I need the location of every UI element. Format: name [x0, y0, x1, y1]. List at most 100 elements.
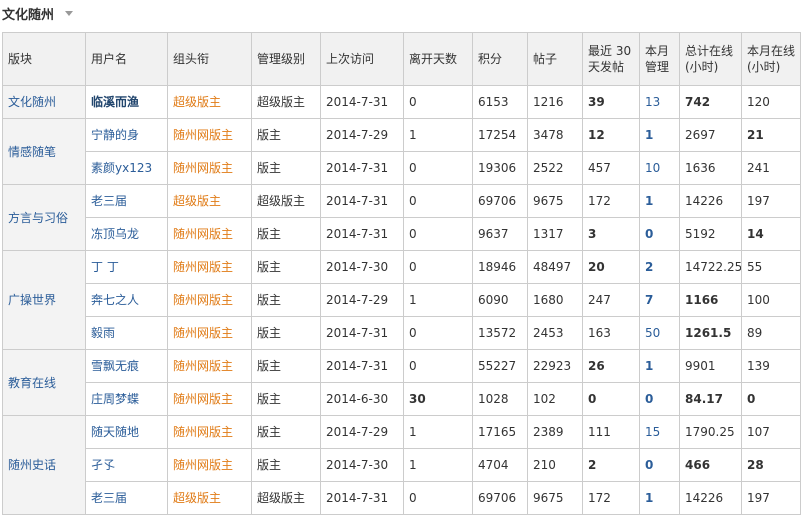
posts: 1216	[527, 85, 583, 119]
recent-posts: 111	[582, 415, 640, 449]
total-online: 5192	[679, 217, 742, 251]
days-away: 1	[403, 118, 473, 152]
forum-block-link[interactable]: 文化随州	[2, 85, 86, 119]
month-online: 139	[741, 349, 801, 383]
days-away: 0	[403, 217, 473, 251]
username-link[interactable]: 雪飘无痕	[85, 349, 168, 383]
month-online: 0	[741, 382, 801, 416]
username-link[interactable]: 临溪而渔	[85, 85, 168, 119]
recent-posts: 172	[582, 481, 640, 515]
col-header-last-visit: 上次访问	[320, 32, 404, 86]
username-link[interactable]: 奔七之人	[85, 283, 168, 317]
last-visit: 2014-7-31	[320, 481, 404, 515]
last-visit: 2014-7-29	[320, 118, 404, 152]
forum-block-link[interactable]: 方言与习俗	[2, 184, 86, 251]
last-visit: 2014-7-29	[320, 283, 404, 317]
recent-posts: 247	[582, 283, 640, 317]
points: 17165	[472, 415, 528, 449]
last-visit: 2014-7-31	[320, 85, 404, 119]
forum-block-link[interactable]: 教育在线	[2, 349, 86, 416]
posts: 3478	[527, 118, 583, 152]
forum-block-link[interactable]: 广操世界	[2, 250, 86, 350]
group-title: 随州网版主	[167, 448, 252, 482]
moderator-stats-table: 版块 用户名 组头衔 管理级别 上次访问 离开天数 积分 帖子 最近 30 天发…	[2, 32, 801, 515]
table-row: 老三届 超级版主 超级版主 2014-7-31 0 69706 9675 172 1 14226 1…	[3, 481, 801, 515]
admin-level: 版主	[251, 151, 321, 185]
days-away: 0	[403, 349, 473, 383]
month-online: 197	[741, 184, 801, 218]
admin-level: 版主	[251, 349, 321, 383]
total-online: 1166	[679, 283, 742, 317]
col-header-total-online: 总计在线(小时)	[679, 32, 742, 86]
username-link[interactable]: 丁 丁	[85, 250, 168, 284]
month-online: 120	[741, 85, 801, 119]
month-online: 107	[741, 415, 801, 449]
username-link[interactable]: 素颜yx123	[85, 151, 168, 185]
days-away: 1	[403, 448, 473, 482]
group-title: 随州网版主	[167, 316, 252, 350]
username-link[interactable]: 孑孓	[85, 448, 168, 482]
last-visit: 2014-7-31	[320, 316, 404, 350]
group-title: 超级版主	[167, 85, 252, 119]
recent-posts: 3	[582, 217, 640, 251]
points: 19306	[472, 151, 528, 185]
total-online: 1636	[679, 151, 742, 185]
admin-level: 版主	[251, 283, 321, 317]
username-link[interactable]: 宁静的身	[85, 118, 168, 152]
forum-block-link[interactable]: 情感随笔	[2, 118, 86, 185]
days-away: 1	[403, 283, 473, 317]
posts: 2389	[527, 415, 583, 449]
col-header-recent-posts: 最近 30 天发帖	[582, 32, 640, 86]
table-row: 情感随笔 宁静的身 随州网版主 版主 2014-7-29 1 17254 3478 12 1 269…	[2, 118, 801, 185]
month-manage: 1	[639, 481, 680, 515]
points: 1028	[472, 382, 528, 416]
month-online: 28	[741, 448, 801, 482]
dropdown-caret-icon[interactable]	[65, 11, 73, 16]
username-link[interactable]: 老三届	[85, 184, 168, 218]
username-link[interactable]: 老三届	[85, 481, 168, 515]
points: 6153	[472, 85, 528, 119]
admin-level: 版主	[251, 448, 321, 482]
section-title[interactable]: 文化随州	[2, 4, 54, 23]
recent-posts: 2	[582, 448, 640, 482]
month-online: 89	[741, 316, 801, 350]
month-manage: 1	[639, 349, 680, 383]
recent-posts: 0	[582, 382, 640, 416]
days-away: 0	[403, 316, 473, 350]
days-away: 0	[403, 184, 473, 218]
month-online: 55	[741, 250, 801, 284]
points: 55227	[472, 349, 528, 383]
total-online: 14722.25	[679, 250, 742, 284]
last-visit: 2014-6-30	[320, 382, 404, 416]
days-away: 30	[403, 382, 473, 416]
last-visit: 2014-7-31	[320, 217, 404, 251]
username-link[interactable]: 庄周梦蝶	[85, 382, 168, 416]
group-title: 随州网版主	[167, 217, 252, 251]
posts: 22923	[527, 349, 583, 383]
col-header-month-online: 本月在线(小时)	[741, 32, 801, 86]
group-title: 随州网版主	[167, 283, 252, 317]
month-manage: 15	[639, 415, 680, 449]
group-title: 随州网版主	[167, 349, 252, 383]
points: 13572	[472, 316, 528, 350]
points: 69706	[472, 184, 528, 218]
recent-posts: 172	[582, 184, 640, 218]
username-link[interactable]: 随天随地	[85, 415, 168, 449]
col-header-month-manage: 本月管理	[639, 32, 680, 86]
table-row: 教育在线 雪飘无痕 随州网版主 版主 2014-7-31 0 55227 22923 26 1 99…	[2, 349, 801, 416]
username-link[interactable]: 毅雨	[85, 316, 168, 350]
days-away: 0	[403, 481, 473, 515]
table-row: 奔七之人 随州网版主 版主 2014-7-29 1 6090 1680 247 7 1166 100	[3, 283, 801, 317]
month-manage: 7	[639, 283, 680, 317]
days-away: 0	[403, 85, 473, 119]
admin-level: 版主	[251, 415, 321, 449]
total-online: 9901	[679, 349, 742, 383]
total-online: 14226	[679, 481, 742, 515]
last-visit: 2014-7-30	[320, 250, 404, 284]
recent-posts: 26	[582, 349, 640, 383]
username-link[interactable]: 冻顶乌龙	[85, 217, 168, 251]
recent-posts: 12	[582, 118, 640, 152]
total-online: 1790.25	[679, 415, 742, 449]
forum-block-link[interactable]: 随州史话	[2, 415, 86, 515]
posts: 102	[527, 382, 583, 416]
